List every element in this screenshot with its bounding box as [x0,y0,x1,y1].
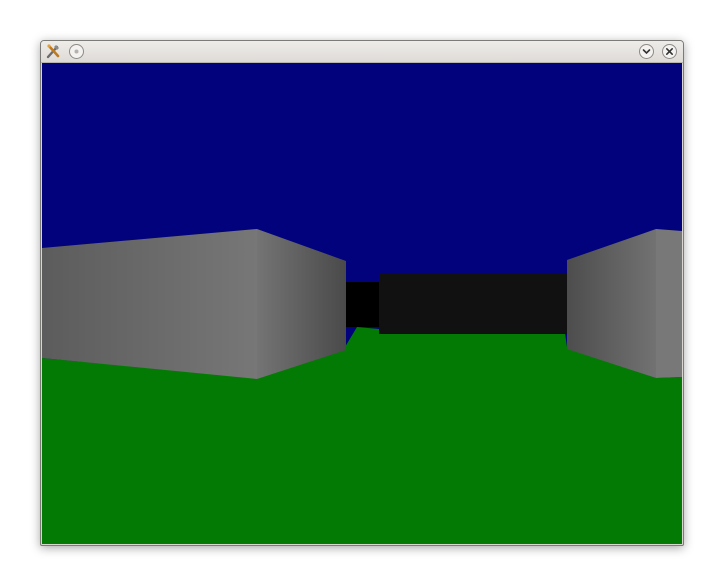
game-viewport[interactable] [42,63,682,544]
circle-menu-icon[interactable] [68,43,85,60]
title-bar[interactable] [41,41,683,63]
left-wall-front [42,229,257,379]
far-gap [345,282,380,327]
app-window [40,40,684,546]
close-icon[interactable] [661,43,678,60]
right-wall-front [656,229,682,378]
scene-canvas [42,63,682,544]
far-wall [379,274,567,334]
tools-icon[interactable] [45,43,62,60]
chevron-down-icon[interactable] [638,43,655,60]
